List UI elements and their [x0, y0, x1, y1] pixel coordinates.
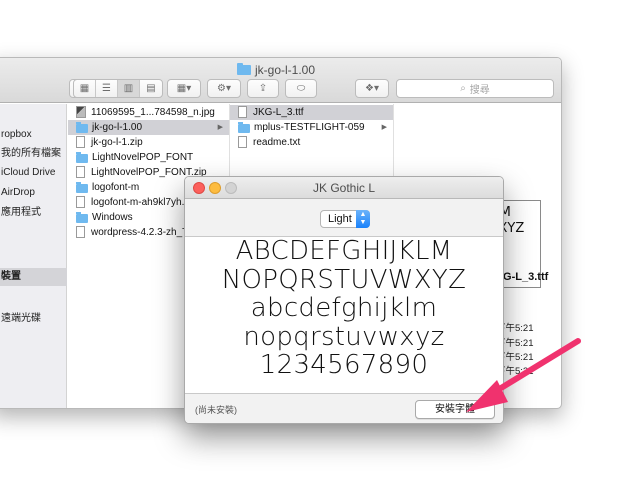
folder-icon	[236, 63, 251, 75]
icon-view-button[interactable]: ▦	[74, 80, 96, 97]
document-icon	[238, 106, 247, 118]
font-style-value: Light	[328, 213, 352, 225]
sample-line: NOPQRSTUVWXYZ	[221, 264, 467, 295]
list-item[interactable]: readme.txt	[230, 135, 393, 150]
gear-icon: ⚙▾	[217, 83, 231, 94]
sample-line: ABCDEFGHIJKLM	[235, 236, 453, 266]
font-window-footer: (尚未安裝) 安裝字體	[185, 393, 503, 423]
share-button[interactable]: ⇪	[247, 79, 279, 98]
list-item[interactable]: 11069595_1...784598_n.jpg	[68, 105, 229, 120]
tag-icon: ⬭	[296, 83, 306, 94]
install-status: (尚未安裝)	[195, 405, 237, 415]
search-icon: ⌕	[460, 83, 466, 94]
list-item[interactable]: LightNovelPOP_FONT	[68, 150, 229, 165]
document-icon	[76, 196, 85, 208]
sidebar-item-remote-disc[interactable]: 遠端光碟	[0, 310, 67, 328]
finder-sidebar: ropbox 我的所有檔案 iCloud Drive AirDrop 應用程式 …	[0, 104, 67, 408]
list-item[interactable]: jk-go-l-1.00 ▶	[68, 119, 229, 135]
chevron-right-icon: ▶	[381, 123, 387, 131]
view-mode-control: ▦ ☰ ▥ ▤	[73, 79, 163, 98]
document-icon	[76, 226, 85, 238]
font-preview-window: JK Gothic L Light ▲ ▼ ABCDEFGHIJKLM NOPQR…	[184, 176, 504, 424]
folder-icon	[76, 211, 88, 223]
sidebar-item-dropbox[interactable]: ropbox	[0, 126, 67, 144]
font-sample: ABCDEFGHIJKLM NOPQRSTUVWXYZ abcdefghijkl…	[185, 237, 503, 380]
sidebar-item-applications[interactable]: 應用程式	[0, 204, 67, 222]
document-icon	[76, 166, 85, 178]
sample-line: nopqrstuvwxyz	[243, 321, 445, 352]
folder-icon	[76, 151, 88, 163]
sidebar-item-airdrop[interactable]: AirDrop	[0, 184, 67, 202]
list-item[interactable]: jk-go-l-1.zip	[68, 135, 229, 150]
font-style-bar: Light ▲ ▼	[185, 199, 503, 237]
dropbox-icon: ❖▾	[365, 83, 379, 94]
font-window-titlebar: JK Gothic L	[185, 177, 503, 199]
tags-button[interactable]: ⬭	[285, 79, 317, 98]
sidebar-item-all-files[interactable]: 我的所有檔案	[0, 145, 67, 163]
share-icon: ⇪	[258, 83, 268, 94]
folder-icon	[238, 121, 250, 133]
chevron-up-down-icon: ▲ ▼	[356, 210, 370, 228]
folder-icon	[76, 181, 88, 193]
arrange-button[interactable]: ▦▾	[167, 79, 201, 98]
sample-line: abcdefghijklm	[250, 293, 438, 323]
desktop: jk-go-l-1.00 ‹ › ▦ ☰ ▥ ▤ ▦▾ ⚙▾ ⇪ ⬭	[0, 0, 640, 480]
install-font-button[interactable]: 安裝字體	[415, 400, 495, 419]
folder-icon	[76, 121, 88, 133]
finder-titlebar: jk-go-l-1.00 ‹ › ▦ ☰ ▥ ▤ ▦▾ ⚙▾ ⇪ ⬭	[0, 58, 561, 103]
document-icon	[238, 136, 247, 148]
dropbox-button[interactable]: ❖▾	[355, 79, 389, 98]
document-icon	[76, 136, 85, 148]
column-view-button[interactable]: ▥	[118, 80, 140, 97]
search-placeholder: 搜尋	[469, 85, 490, 96]
font-window-title: JK Gothic L	[312, 181, 376, 195]
list-item[interactable]: mplus-TESTFLIGHT-059 ▶	[230, 120, 393, 135]
action-button[interactable]: ⚙▾	[207, 79, 241, 98]
search-field[interactable]: ⌕ 搜尋	[396, 79, 554, 98]
list-view-button[interactable]: ☰	[96, 80, 118, 97]
finder-window-title: jk-go-l-1.00	[254, 63, 316, 77]
font-style-select[interactable]: Light ▲ ▼	[320, 210, 370, 228]
arrange-icon: ▦▾	[176, 83, 192, 94]
coverflow-view-button[interactable]: ▤	[140, 80, 162, 97]
sidebar-item-devices[interactable]: 裝置	[0, 268, 67, 286]
list-item[interactable]: JKG-L_3.ttf	[230, 104, 393, 120]
chevron-right-icon: ▶	[217, 123, 223, 131]
image-file-icon	[76, 106, 86, 118]
sample-line: 1234567890	[259, 350, 429, 380]
sidebar-item-icloud-drive[interactable]: iCloud Drive	[0, 164, 67, 182]
